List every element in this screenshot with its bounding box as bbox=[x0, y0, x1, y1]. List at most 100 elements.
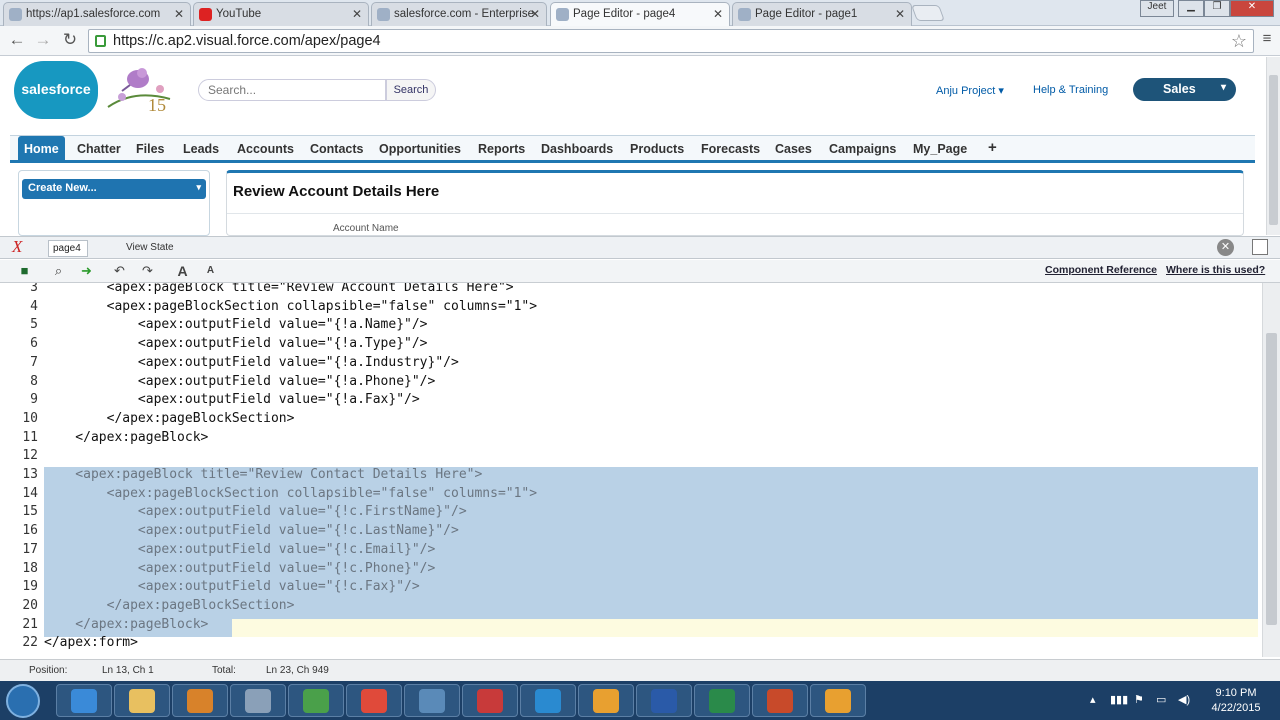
app-menu-button[interactable]: Sales ▾ bbox=[1133, 78, 1236, 101]
battery-icon[interactable]: ▭ bbox=[1156, 693, 1166, 706]
code-line[interactable]: 19 <apex:outputField value="{!c.Fax}"/> bbox=[0, 579, 1262, 598]
tab-leads[interactable]: Leads bbox=[183, 142, 219, 156]
undo-icon[interactable]: ↶ bbox=[111, 263, 128, 279]
help-training-link[interactable]: Help & Training bbox=[1033, 84, 1108, 96]
editor-scrollbar[interactable] bbox=[1262, 283, 1280, 657]
browser-tab-5[interactable]: Page Editor - page1 ✕ bbox=[732, 2, 912, 26]
add-tab-icon[interactable]: + bbox=[988, 139, 997, 156]
system-clock[interactable]: 9:10 PM 4/22/2015 bbox=[1206, 686, 1266, 716]
tab-campaigns[interactable]: Campaigns bbox=[829, 142, 896, 156]
create-new-button[interactable]: Create New... ▾ bbox=[22, 179, 206, 199]
show-hidden-icons[interactable]: ▴ bbox=[1090, 693, 1096, 706]
save-icon[interactable]: ■ bbox=[16, 263, 33, 279]
reload-icon[interactable]: ↻ bbox=[59, 30, 81, 50]
taskbar-app-button[interactable] bbox=[578, 684, 634, 717]
user-profile-button[interactable]: Jeet bbox=[1140, 0, 1174, 17]
close-tab-icon[interactable]: ✕ bbox=[174, 7, 184, 21]
dev-tab-view-state[interactable]: View State bbox=[126, 242, 174, 253]
browser-tab-4[interactable]: Page Editor - page4 ✕ bbox=[550, 2, 730, 27]
taskbar-app-button[interactable] bbox=[56, 684, 112, 717]
code-line[interactable]: 18 <apex:outputField value="{!c.Phone}"/… bbox=[0, 561, 1262, 580]
bookmark-star-icon[interactable]: ☆ bbox=[1231, 31, 1247, 52]
new-tab-button[interactable] bbox=[911, 5, 945, 21]
tab-my-page[interactable]: My_Page bbox=[913, 142, 967, 156]
start-button-icon[interactable] bbox=[6, 684, 40, 718]
close-tab-icon[interactable]: ✕ bbox=[713, 7, 723, 21]
decrease-font-icon[interactable]: A bbox=[202, 263, 219, 279]
user-menu[interactable]: Anju Project ▾ bbox=[936, 84, 1004, 97]
page-scrollbar[interactable] bbox=[1266, 57, 1280, 235]
taskbar-app-button[interactable] bbox=[114, 684, 170, 717]
close-tab-icon[interactable]: ✕ bbox=[530, 7, 540, 21]
tab-accounts[interactable]: Accounts bbox=[237, 142, 294, 156]
code-line[interactable]: 16 <apex:outputField value="{!c.LastName… bbox=[0, 523, 1262, 542]
tab-opportunities[interactable]: Opportunities bbox=[379, 142, 461, 156]
component-reference-link[interactable]: Component Reference bbox=[1045, 264, 1157, 276]
volume-icon[interactable]: ◀) bbox=[1178, 693, 1190, 706]
tab-contacts[interactable]: Contacts bbox=[310, 142, 363, 156]
code-line[interactable]: 4 <apex:pageBlockSection collapsible="fa… bbox=[0, 299, 1262, 318]
code-editor[interactable]: 3 <apex:pageBlock title="Review Account … bbox=[0, 283, 1262, 657]
tab-dashboards[interactable]: Dashboards bbox=[541, 142, 613, 156]
tab-forecasts[interactable]: Forecasts bbox=[701, 142, 760, 156]
taskbar-app-button[interactable] bbox=[520, 684, 576, 717]
menu-icon[interactable]: ≡ bbox=[1256, 30, 1278, 47]
close-window-icon[interactable]: ✕ bbox=[1230, 0, 1274, 17]
signal-icon[interactable]: ▮▮▮ bbox=[1110, 693, 1128, 706]
taskbar-app-button[interactable] bbox=[172, 684, 228, 717]
taskbar-app-button[interactable] bbox=[288, 684, 344, 717]
search-icon[interactable]: ⌕ bbox=[50, 263, 67, 279]
search-input[interactable]: Search... bbox=[198, 79, 386, 101]
code-line[interactable]: 8 <apex:outputField value="{!a.Phone}"/> bbox=[0, 374, 1262, 393]
tab-home[interactable]: Home bbox=[18, 136, 65, 162]
tab-reports[interactable]: Reports bbox=[478, 142, 525, 156]
restore-icon[interactable]: ❐ bbox=[1204, 0, 1230, 17]
code-line[interactable]: 10 </apex:pageBlockSection> bbox=[0, 411, 1262, 430]
tab-products[interactable]: Products bbox=[630, 142, 684, 156]
maximize-editor-icon[interactable] bbox=[1252, 239, 1268, 255]
taskbar-app-button[interactable] bbox=[694, 684, 750, 717]
page-scroll-thumb[interactable] bbox=[1269, 75, 1278, 225]
redo-icon[interactable]: ↷ bbox=[139, 263, 156, 279]
back-icon[interactable]: ← bbox=[6, 30, 28, 50]
close-circle-icon[interactable]: ✕ bbox=[1217, 239, 1234, 256]
code-line[interactable]: 3 <apex:pageBlock title="Review Account … bbox=[0, 283, 1262, 299]
code-line[interactable]: 17 <apex:outputField value="{!c.Email}"/… bbox=[0, 542, 1262, 561]
search-button[interactable]: Search bbox=[386, 79, 436, 101]
dev-tab-page4[interactable]: page4 bbox=[48, 240, 88, 257]
code-line[interactable]: 7 <apex:outputField value="{!a.Industry}… bbox=[0, 355, 1262, 374]
minimize-icon[interactable]: ▁ bbox=[1178, 0, 1204, 17]
increase-font-icon[interactable]: A bbox=[174, 263, 191, 279]
code-line[interactable]: 22 </apex:form> bbox=[0, 635, 1262, 654]
code-line[interactable]: 20 </apex:pageBlockSection> bbox=[0, 598, 1262, 617]
taskbar-app-button[interactable] bbox=[346, 684, 402, 717]
go-to-line-icon[interactable]: ➜ bbox=[78, 263, 95, 279]
code-line[interactable]: 5 <apex:outputField value="{!a.Name}"/> bbox=[0, 317, 1262, 336]
tab-files[interactable]: Files bbox=[136, 142, 165, 156]
code-line[interactable]: 21 </apex:pageBlock> bbox=[0, 617, 1262, 636]
tab-chatter[interactable]: Chatter bbox=[77, 142, 121, 156]
editor-scroll-thumb[interactable] bbox=[1266, 333, 1277, 625]
taskbar-app-button[interactable] bbox=[752, 684, 808, 717]
code-line[interactable]: 15 <apex:outputField value="{!c.FirstNam… bbox=[0, 504, 1262, 523]
taskbar-app-button[interactable] bbox=[636, 684, 692, 717]
network-icon[interactable]: ⚑ bbox=[1134, 693, 1144, 706]
close-dev-mode-icon[interactable]: X bbox=[12, 237, 22, 257]
salesforce-logo[interactable]: salesforce bbox=[14, 61, 98, 119]
code-line[interactable]: 12 bbox=[0, 448, 1262, 467]
taskbar-app-button[interactable] bbox=[404, 684, 460, 717]
close-tab-icon[interactable]: ✕ bbox=[895, 7, 905, 21]
where-used-link[interactable]: Where is this used? bbox=[1166, 264, 1265, 276]
close-tab-icon[interactable]: ✕ bbox=[352, 7, 362, 21]
tab-cases[interactable]: Cases bbox=[775, 142, 812, 156]
taskbar-app-button[interactable] bbox=[462, 684, 518, 717]
code-line[interactable]: 6 <apex:outputField value="{!a.Type}"/> bbox=[0, 336, 1262, 355]
code-line[interactable]: 14 <apex:pageBlockSection collapsible="f… bbox=[0, 486, 1262, 505]
code-line[interactable]: 11 </apex:pageBlock> bbox=[0, 430, 1262, 449]
taskbar-app-button[interactable] bbox=[230, 684, 286, 717]
code-line[interactable]: 13 <apex:pageBlock title="Review Contact… bbox=[0, 467, 1262, 486]
browser-tab-2[interactable]: YouTube ✕ bbox=[193, 2, 369, 26]
code-line[interactable]: 9 <apex:outputField value="{!a.Fax}"/> bbox=[0, 392, 1262, 411]
browser-tab-3[interactable]: salesforce.com - Enterprise ✕ bbox=[371, 2, 547, 26]
taskbar-app-button[interactable] bbox=[810, 684, 866, 717]
